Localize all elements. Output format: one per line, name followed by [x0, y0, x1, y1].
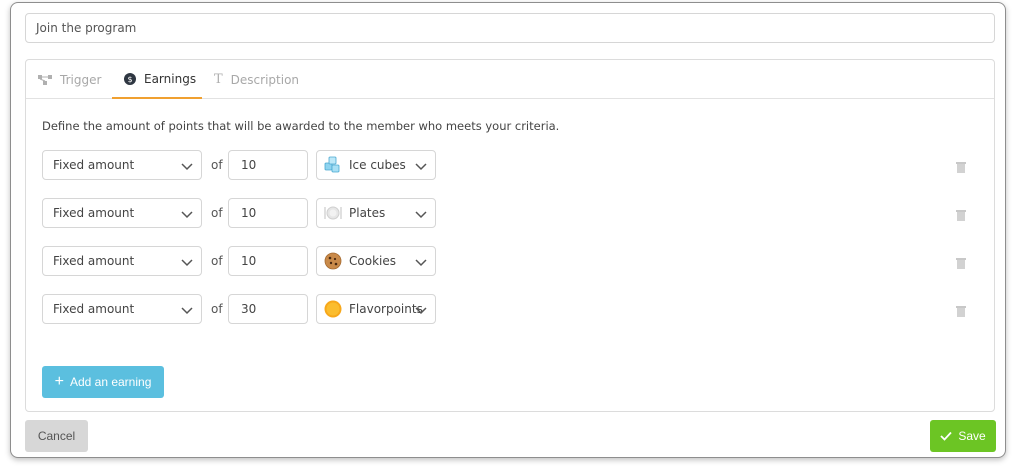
text-icon: T	[214, 72, 223, 87]
trash-icon[interactable]	[956, 206, 966, 225]
currency-value: Ice cubes	[349, 158, 406, 172]
chevron-down-icon	[415, 256, 427, 270]
tab-earnings[interactable]: $ Earnings	[112, 60, 202, 99]
trash-icon[interactable]	[956, 158, 966, 177]
earning-type-select[interactable]: Fixed amount	[42, 150, 202, 180]
chevron-down-icon	[181, 208, 193, 222]
add-earning-label: Add an earning	[69, 375, 152, 389]
earning-row: Fixed amount of 10 Ice cubes	[42, 150, 982, 180]
earning-type-value: Fixed amount	[53, 254, 135, 268]
trash-icon[interactable]	[956, 302, 966, 321]
currency-value: Flavorpoints	[349, 302, 423, 316]
earnings-intro-text: Define the amount of points that will be…	[42, 119, 560, 133]
dollar-coin-icon: $	[124, 72, 136, 85]
of-label: of	[211, 206, 223, 220]
chevron-down-icon	[181, 304, 193, 318]
cookie-icon	[323, 251, 343, 271]
of-label: of	[211, 302, 223, 316]
ice-cubes-icon	[323, 155, 343, 175]
earning-type-select[interactable]: Fixed amount	[42, 246, 202, 276]
add-earning-button[interactable]: + Add an earning	[42, 366, 164, 398]
earning-type-value: Fixed amount	[53, 302, 135, 316]
tab-description-label: Description	[230, 72, 300, 87]
tab-trigger[interactable]: Trigger	[38, 60, 110, 99]
earning-type-value: Fixed amount	[53, 158, 135, 172]
save-button[interactable]: Save	[930, 420, 996, 452]
of-label: of	[211, 158, 223, 172]
plates-icon	[323, 203, 343, 223]
earnings-panel: Trigger $ Earnings T Description Define …	[25, 59, 995, 412]
earning-type-select[interactable]: Fixed amount	[42, 294, 202, 324]
cancel-button[interactable]: Cancel	[25, 420, 88, 452]
edit-earning-dialog: Join the program Trigger $ Earnings T De…	[10, 2, 1006, 458]
chevron-down-icon	[415, 208, 427, 222]
currency-select[interactable]: Plates	[316, 198, 436, 228]
currency-value: Plates	[349, 206, 386, 220]
tab-bar: Trigger $ Earnings T Description	[26, 60, 994, 99]
checkmark-icon	[940, 431, 952, 441]
earning-row: Fixed amount of 10 Plates	[42, 198, 982, 228]
earning-amount-input[interactable]: 30	[228, 294, 308, 324]
chevron-down-icon	[181, 160, 193, 174]
earning-amount-input[interactable]: 10	[228, 246, 308, 276]
plus-icon: +	[54, 373, 64, 390]
flavorpoints-icon	[323, 299, 343, 319]
tab-earnings-label: Earnings	[144, 71, 197, 86]
svg-text:$: $	[127, 75, 132, 84]
earning-amount-input[interactable]: 10	[228, 198, 308, 228]
save-label: Save	[958, 429, 986, 443]
chevron-down-icon	[181, 256, 193, 270]
currency-select[interactable]: Cookies	[316, 246, 436, 276]
chevron-down-icon	[415, 304, 427, 318]
earning-type-value: Fixed amount	[53, 206, 135, 220]
earning-row: Fixed amount of 30 Flavorpoints	[42, 294, 982, 324]
currency-value: Cookies	[349, 254, 396, 268]
currency-select[interactable]: Flavorpoints	[316, 294, 436, 324]
earning-type-select[interactable]: Fixed amount	[42, 198, 202, 228]
tab-description[interactable]: T Description	[214, 60, 314, 99]
chevron-down-icon	[415, 160, 427, 174]
trigger-icon	[38, 74, 52, 86]
currency-select[interactable]: Ice cubes	[316, 150, 436, 180]
earning-row: Fixed amount of 10 Cookies	[42, 246, 982, 276]
trash-icon[interactable]	[956, 254, 966, 273]
earning-amount-input[interactable]: 10	[228, 150, 308, 180]
of-label: of	[211, 254, 223, 268]
program-name-input[interactable]: Join the program	[25, 13, 995, 43]
tab-trigger-label: Trigger	[60, 72, 102, 87]
